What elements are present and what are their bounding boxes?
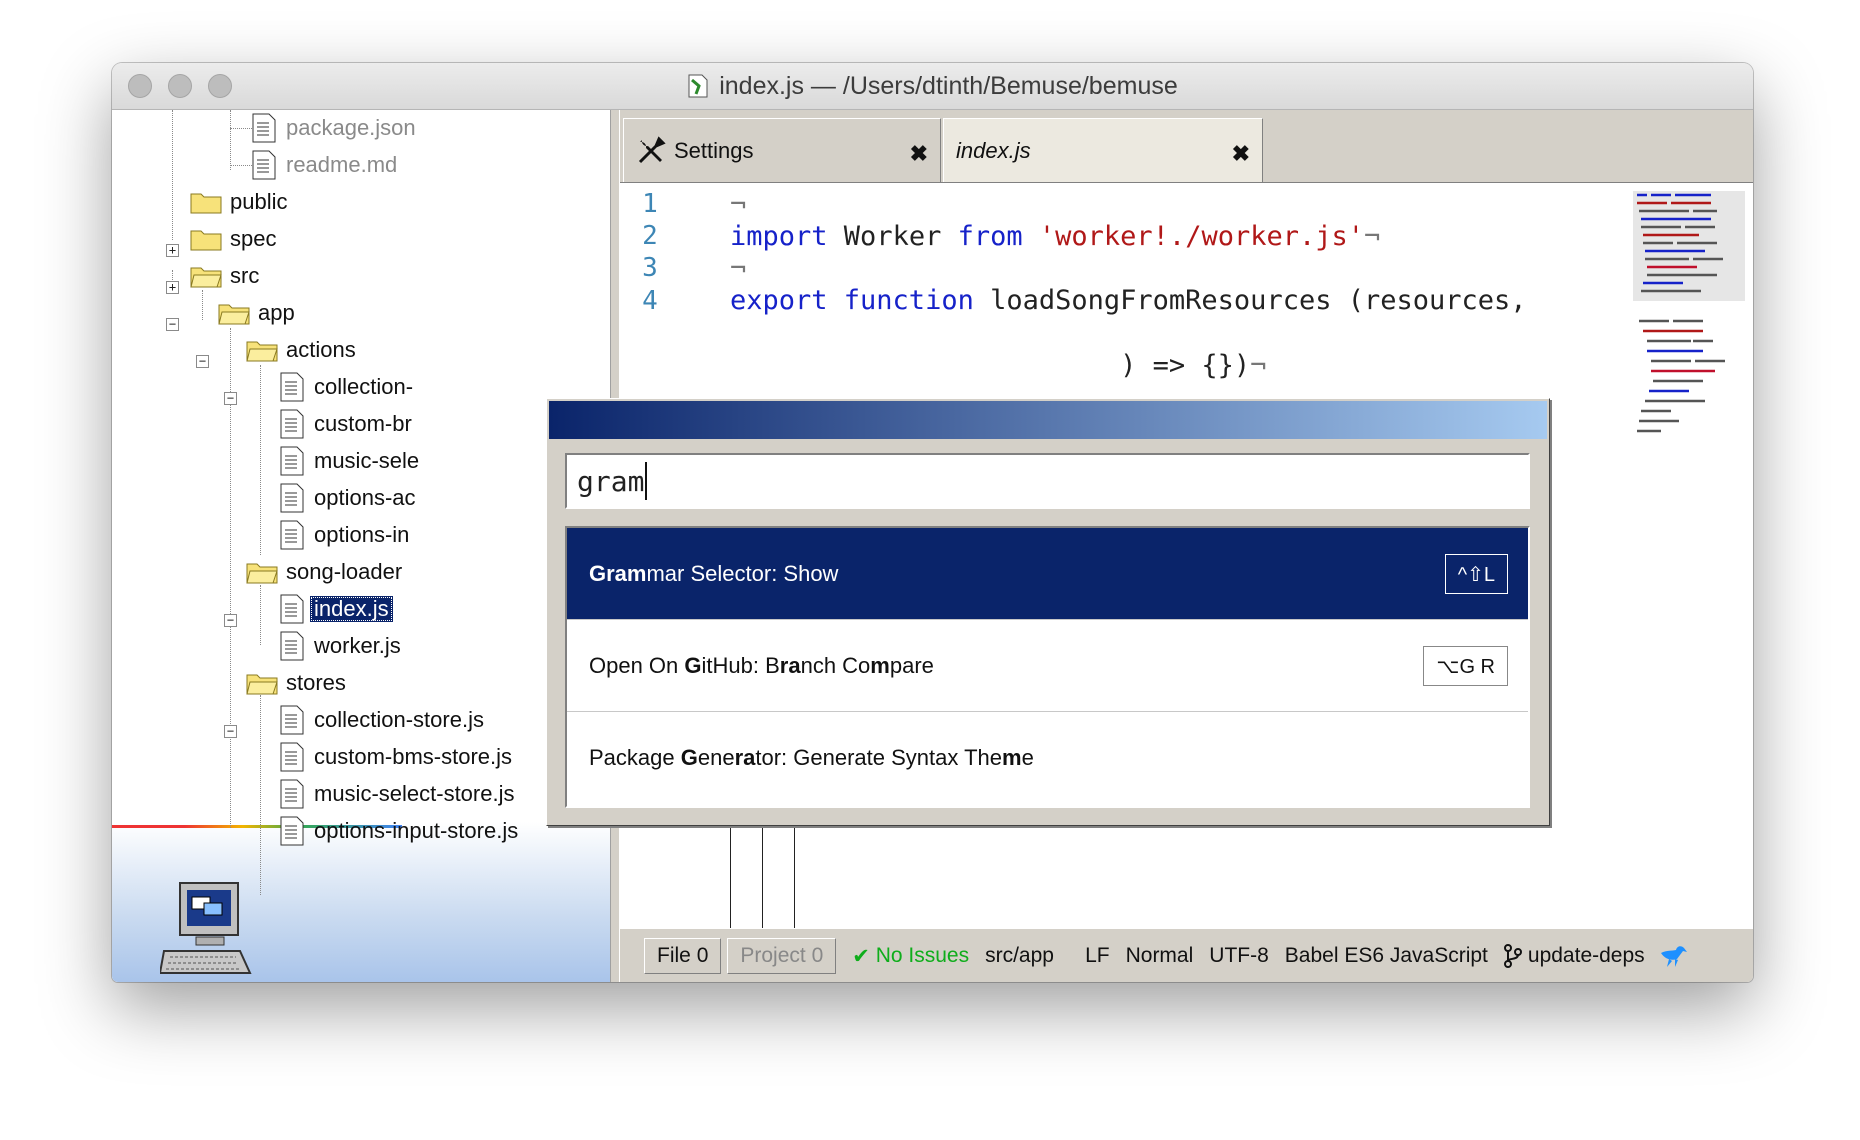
app-window: index.js — /Users/dtinth/Bemuse/bemuse +… [112, 63, 1753, 982]
tree-item-options-ac[interactable]: options-ac [280, 480, 416, 516]
tree-item-public[interactable]: public [190, 184, 287, 220]
tree-item-custom-br[interactable]: custom-br [280, 406, 412, 442]
file-icon [280, 372, 304, 402]
tree-item-collection-store[interactable]: collection-store.js [280, 702, 484, 738]
palette-title-bar [549, 401, 1547, 439]
linter-status[interactable]: ✔ No Issues [852, 944, 969, 969]
tree-item-spec[interactable]: spec [190, 221, 276, 257]
tree-item-custom-bms-store[interactable]: custom-bms-store.js [280, 739, 512, 775]
file-issues-button[interactable]: File 0 [644, 938, 722, 974]
code-text: ¬ [730, 252, 747, 284]
collapse-actions-toggle[interactable]: − [224, 392, 237, 405]
code-text: ) => {})¬ [730, 349, 1267, 381]
collapse-song-loader-toggle[interactable]: − [224, 614, 237, 627]
my-computer-icon [160, 882, 252, 974]
tab-close-icon[interactable]: ✖ [910, 141, 928, 167]
file-icon [280, 705, 304, 735]
folder-icon [190, 193, 222, 214]
grammar-selector[interactable]: Babel ES6 JavaScript [1285, 944, 1488, 968]
command-list[interactable]: Grammar Selector: Show ^⇧L Open On GitHu… [565, 526, 1530, 808]
js-file-icon [688, 74, 708, 98]
expand-spec-toggle[interactable]: + [166, 281, 179, 294]
tree-item-index-js[interactable]: index.js [280, 591, 393, 627]
folder-open-icon [246, 674, 278, 695]
tree-item-actions[interactable]: actions [246, 332, 356, 368]
tree-item-music-select-store[interactable]: music-select-store.js [280, 776, 514, 812]
code-text: export function loadSongFromResources (r… [730, 285, 1527, 317]
file-icon [280, 520, 304, 550]
code-text: ¬ [730, 188, 747, 220]
folder-open-icon [190, 267, 222, 288]
collapse-stores-toggle[interactable]: − [224, 725, 237, 738]
folder-open-icon [218, 304, 250, 325]
tree-item-app[interactable]: app [218, 295, 295, 331]
tree-item-worker-js[interactable]: worker.js [280, 628, 401, 664]
branch-icon [1503, 944, 1522, 968]
line-number: 2 [642, 221, 658, 252]
collapse-src-toggle[interactable]: − [166, 318, 179, 331]
text-caret [645, 462, 648, 500]
file-encoding[interactable]: UTF-8 [1209, 944, 1269, 968]
file-icon [280, 594, 304, 624]
line-ending[interactable]: LF [1085, 944, 1110, 968]
file-icon [280, 816, 304, 846]
file-path[interactable]: src/app [985, 944, 1055, 968]
file-icon [280, 742, 304, 772]
tab-close-icon[interactable]: ✖ [1232, 141, 1250, 167]
tree-item-options-in[interactable]: options-in [280, 517, 409, 553]
folder-open-icon [246, 563, 278, 584]
tools-icon [638, 135, 666, 163]
keybinding-badge: ⌥G R [1423, 646, 1508, 686]
check-icon: ✔ [852, 944, 876, 968]
command-search-input[interactable]: gram [565, 453, 1530, 509]
tree-item-readme-md[interactable]: readme.md [252, 147, 397, 183]
folder-open-icon [246, 341, 278, 362]
line-number: 4 [642, 285, 658, 316]
title-bar: index.js — /Users/dtinth/Bemuse/bemuse [112, 63, 1753, 110]
command-item-generate-syntax-theme[interactable]: Package Generator: Generate Syntax Theme [567, 712, 1528, 804]
minimap[interactable] [1633, 191, 1745, 491]
tab-index-js[interactable]: index.js ✖ [943, 118, 1263, 182]
window-title: index.js — /Users/dtinth/Bemuse/bemuse [719, 71, 1178, 100]
command-item-grammar-selector[interactable]: Grammar Selector: Show ^⇧L [567, 528, 1528, 620]
tree-item-src[interactable]: src [190, 258, 259, 294]
tree-item-package-json[interactable]: package.json [252, 110, 416, 146]
file-icon [280, 483, 304, 513]
tree-item-stores[interactable]: stores [246, 665, 346, 701]
tree-item-collection[interactable]: collection- [280, 369, 413, 405]
collapse-app-toggle[interactable]: − [196, 355, 209, 368]
command-palette: gram Grammar Selector: Show ^⇧L Open On … [546, 398, 1550, 826]
tree-view[interactable]: + + − − − − − package.json readme.md pub… [112, 110, 610, 982]
project-issues-button[interactable]: Project 0 [727, 938, 837, 974]
file-icon [280, 779, 304, 809]
code-text: import Worker from 'worker!./worker.js'¬ [730, 220, 1381, 252]
file-icon [252, 150, 276, 180]
tab-settings[interactable]: Settings ✖ [623, 118, 941, 182]
file-icon [280, 446, 304, 476]
status-bar: File 0 Project 0 ✔ No Issues src/app LF … [620, 928, 1753, 982]
vim-mode[interactable]: Normal [1126, 944, 1194, 968]
file-icon [280, 409, 304, 439]
tree-item-options-input-store[interactable]: options-input-store.js [280, 813, 518, 849]
file-icon [252, 113, 276, 143]
line-number: 3 [642, 253, 658, 284]
command-item-branch-compare[interactable]: Open On GitHub: Branch Compare ⌥G R [567, 620, 1528, 712]
line-number: 1 [642, 189, 658, 219]
tree-item-music-sele[interactable]: music-sele [280, 443, 419, 479]
tab-bar: Settings ✖ index.js ✖ [620, 110, 1753, 182]
git-branch[interactable]: update-deps [1503, 944, 1645, 968]
file-icon [280, 631, 304, 661]
expand-public-toggle[interactable]: + [166, 244, 179, 257]
bird-icon[interactable] [1659, 943, 1689, 969]
tree-item-song-loader[interactable]: song-loader [246, 554, 402, 590]
folder-icon [190, 230, 222, 251]
keybinding-badge: ^⇧L [1444, 554, 1508, 594]
